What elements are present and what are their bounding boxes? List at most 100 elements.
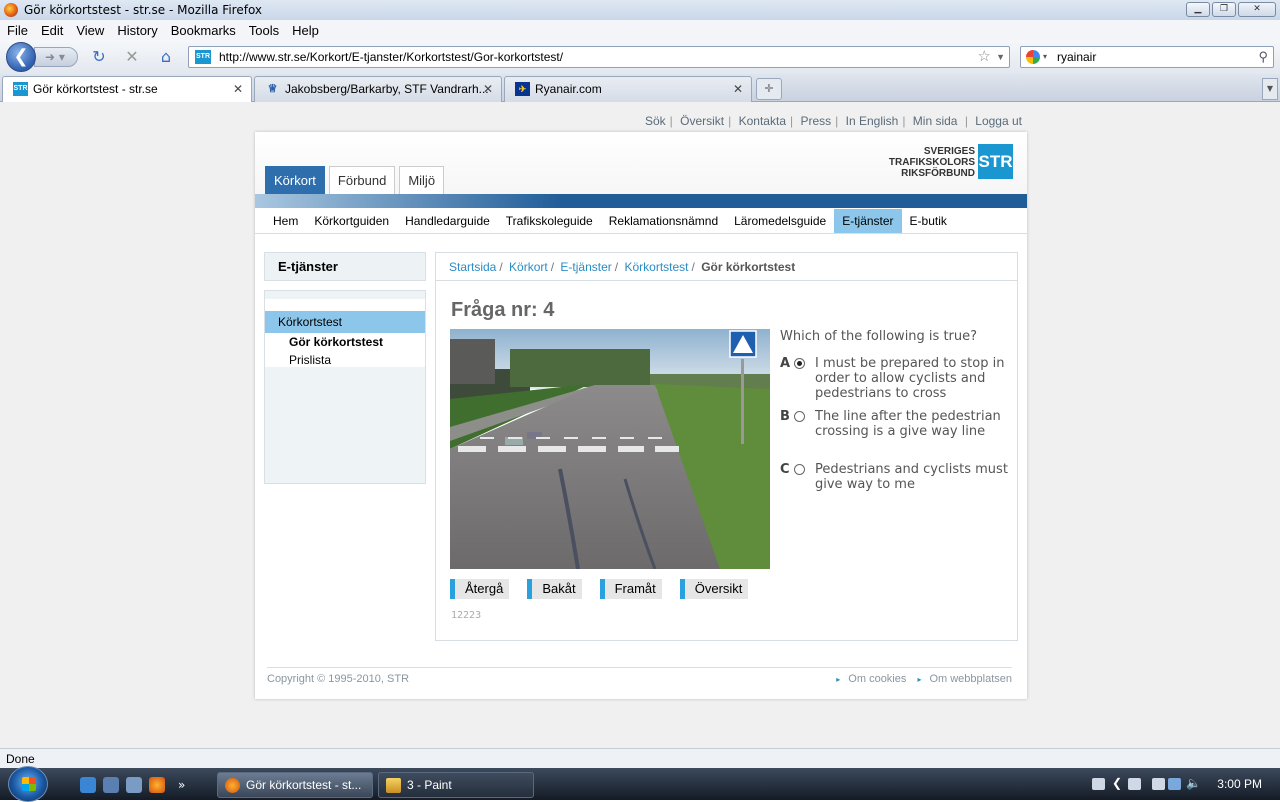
option-c-radio[interactable] bbox=[794, 464, 805, 475]
link-om-cookies[interactable]: Om cookies bbox=[848, 673, 906, 685]
link-om-webbplatsen[interactable]: Om webbplatsen bbox=[929, 673, 1012, 685]
link-min-sida[interactable]: Min sida bbox=[913, 114, 958, 128]
firefox-quicklaunch-icon[interactable] bbox=[149, 777, 165, 793]
question-text: Which of the following is true? bbox=[780, 329, 978, 344]
subnav-korkortguiden[interactable]: Körkortguiden bbox=[306, 209, 397, 233]
sub-navigation: Hem Körkortguiden Handledarguide Trafiks… bbox=[255, 208, 1027, 234]
more-icon[interactable]: » bbox=[178, 777, 194, 793]
restore-button[interactable]: ❐ bbox=[1212, 2, 1236, 17]
taskbar-paint[interactable]: 3 - Paint bbox=[378, 772, 534, 798]
forward-button[interactable]: ➜ ▾ bbox=[34, 47, 78, 67]
link-oversikt[interactable]: Översikt bbox=[680, 114, 724, 128]
back-question-button[interactable]: Bakåt bbox=[527, 579, 582, 599]
link-in-english[interactable]: In English bbox=[846, 114, 899, 128]
option-b[interactable]: B The line after the pedestrian crossing… bbox=[780, 409, 1010, 439]
site-logo-text[interactable]: SVERIGES TRAFIKSKOLORS RIKSFÖRBUND bbox=[889, 146, 975, 179]
crumb-e-tjanster[interactable]: E-tjänster bbox=[560, 260, 611, 274]
web-content: Sök | Översikt | Kontakta | Press | In Engli… bbox=[0, 102, 1280, 748]
tray-expand-icon[interactable]: ❮ bbox=[1112, 776, 1122, 790]
overview-button[interactable]: Översikt bbox=[679, 579, 749, 599]
network-icon[interactable] bbox=[1128, 778, 1141, 790]
menu-tools[interactable]: Tools bbox=[249, 23, 279, 38]
search-box[interactable]: ▾ ryainair ⚲ bbox=[1020, 46, 1274, 68]
forward-question-button[interactable]: Framåt bbox=[599, 579, 662, 599]
crumb-korkort[interactable]: Körkort bbox=[509, 260, 548, 274]
tab-miljo[interactable]: Miljö bbox=[399, 166, 445, 194]
subnav-e-tjanster[interactable]: E-tjänster bbox=[834, 209, 902, 233]
str-logo[interactable]: STR bbox=[978, 144, 1013, 179]
subnav-e-butik[interactable]: E-butik bbox=[902, 209, 955, 233]
back-button[interactable]: ❮ bbox=[6, 42, 36, 72]
start-button[interactable] bbox=[8, 766, 48, 802]
link-sok[interactable]: Sök bbox=[645, 114, 666, 128]
sidebar-item-prislista[interactable]: Prislista bbox=[289, 353, 331, 367]
subnav-handledarguide[interactable]: Handledarguide bbox=[397, 209, 498, 233]
minimize-button[interactable]: ▁ bbox=[1186, 2, 1210, 17]
taskbar: » Gör körkortstest - st... 3 - Paint ❮ 🔈… bbox=[0, 766, 1280, 802]
menu-bookmarks[interactable]: Bookmarks bbox=[171, 23, 236, 38]
new-tab-button[interactable]: ✛ bbox=[756, 78, 782, 100]
show-desktop-icon[interactable] bbox=[103, 777, 119, 793]
ie-icon[interactable] bbox=[80, 777, 96, 793]
close-tab-icon[interactable]: ✕ bbox=[733, 77, 743, 101]
link-logga-ut[interactable]: Logga ut bbox=[975, 114, 1022, 128]
subnav-trafikskoleguide[interactable]: Trafikskoleguide bbox=[498, 209, 601, 233]
firefox-icon bbox=[225, 778, 240, 793]
search-icon[interactable]: ⚲ bbox=[1258, 47, 1268, 67]
sidebar-menu: Körkortstest Gör körkortstest Prislista bbox=[265, 299, 425, 367]
option-text: I must be prepared to stop in order to a… bbox=[815, 356, 1005, 401]
connection-icon[interactable] bbox=[1168, 778, 1181, 790]
google-icon[interactable] bbox=[1026, 50, 1040, 64]
question-panel: Startsida / Körkort / E-tjänster / Körkorts… bbox=[435, 252, 1018, 641]
volume-icon[interactable]: 🔈 bbox=[1186, 776, 1201, 790]
address-text: http://www.str.se/Korkort/E-tjanster/Kor… bbox=[219, 50, 564, 64]
taskbar-firefox[interactable]: Gör körkortstest - st... bbox=[217, 772, 373, 798]
menu-edit[interactable]: Edit bbox=[41, 23, 63, 38]
menu-file[interactable]: File bbox=[7, 23, 28, 38]
option-letter: A bbox=[780, 356, 791, 371]
switch-windows-icon[interactable] bbox=[126, 777, 142, 793]
clock[interactable]: 3:00 PM bbox=[1217, 777, 1262, 791]
tab-list-button[interactable]: ▼ bbox=[1262, 78, 1278, 100]
tab-forbund[interactable]: Förbund bbox=[328, 166, 396, 194]
crumb-startsida[interactable]: Startsida bbox=[449, 260, 496, 274]
menu-history[interactable]: History bbox=[117, 23, 157, 38]
sidebar-item-korkortstest[interactable]: Körkortstest bbox=[265, 311, 425, 333]
tab-str[interactable]: STR Gör körkortstest - str.se ✕ bbox=[2, 76, 252, 103]
return-button[interactable]: Återgå bbox=[450, 579, 510, 599]
search-engine-dropdown-icon[interactable]: ▾ bbox=[1043, 47, 1047, 67]
sidebar-item-gor-korkortstest[interactable]: Gör körkortstest bbox=[289, 335, 383, 349]
menu-view[interactable]: View bbox=[76, 23, 104, 38]
option-b-radio[interactable] bbox=[794, 411, 805, 422]
option-a-radio[interactable] bbox=[794, 358, 805, 369]
subnav-laromedelsguide[interactable]: Läromedelsguide bbox=[726, 209, 834, 233]
reload-icon[interactable]: ↻ bbox=[90, 48, 108, 66]
subnav-hem[interactable]: Hem bbox=[265, 209, 306, 233]
menu-help[interactable]: Help bbox=[292, 23, 319, 38]
breadcrumb: Startsida / Körkort / E-tjänster / Körkorts… bbox=[436, 253, 1017, 281]
crumb-korkortstest[interactable]: Körkortstest bbox=[624, 260, 688, 274]
search-input[interactable]: ryainair bbox=[1057, 50, 1096, 64]
address-bar[interactable]: STR http://www.str.se/Korkort/E-tjanster… bbox=[188, 46, 1010, 68]
subnav-reklamationsnamnd[interactable]: Reklamationsnämnd bbox=[601, 209, 726, 233]
safely-remove-icon[interactable] bbox=[1152, 778, 1165, 790]
bookmark-star-icon[interactable]: ☆ bbox=[978, 47, 991, 67]
str-favicon: STR bbox=[13, 82, 28, 96]
close-window-button[interactable]: ✕ bbox=[1238, 2, 1276, 17]
taskbar-label: 3 - Paint bbox=[407, 778, 452, 792]
tab-korkort[interactable]: Körkort bbox=[265, 166, 325, 194]
option-a[interactable]: A I must be prepared to stop in order to… bbox=[780, 356, 1010, 401]
close-tab-icon[interactable]: ✕ bbox=[483, 77, 493, 101]
link-kontakta[interactable]: Kontakta bbox=[739, 114, 786, 128]
tab-stf[interactable]: ♕ Jakobsberg/Barkarby, STF Vandrarh... ✕ bbox=[254, 76, 502, 102]
close-tab-icon[interactable]: ✕ bbox=[233, 77, 243, 101]
option-c[interactable]: C Pedestrians and cyclists must give way… bbox=[780, 462, 1010, 492]
sidebar-heading: E-tjänster bbox=[264, 252, 426, 281]
url-dropdown-icon[interactable]: ▼ bbox=[996, 47, 1005, 67]
header-band bbox=[255, 194, 1027, 208]
home-icon[interactable]: ⌂ bbox=[157, 48, 175, 66]
keyboard-icon[interactable] bbox=[1092, 778, 1105, 790]
tab-ryanair[interactable]: ✈ Ryanair.com ✕ bbox=[504, 76, 752, 102]
link-press[interactable]: Press bbox=[800, 114, 831, 128]
stop-icon[interactable]: ✕ bbox=[123, 48, 141, 66]
